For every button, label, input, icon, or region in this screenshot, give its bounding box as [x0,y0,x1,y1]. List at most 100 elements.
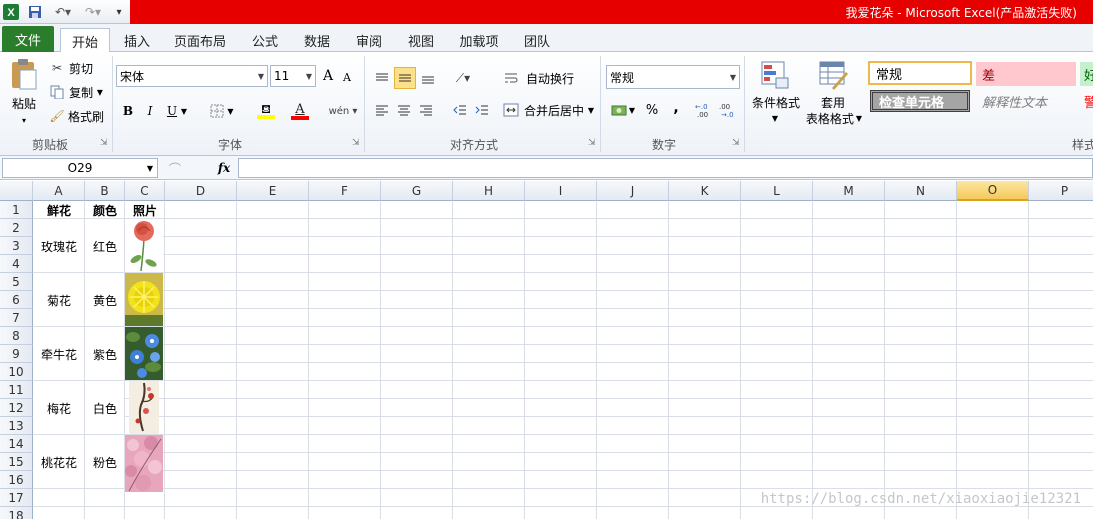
row-header-10[interactable]: 10 [0,363,33,381]
align-left-icon[interactable] [372,100,392,120]
tab-page-layout[interactable]: 页面布局 [168,28,232,52]
flower-color-cell[interactable]: 红色 [85,219,125,273]
row-header-2[interactable]: 2 [0,219,33,237]
column-header-e[interactable]: E [237,181,309,201]
row-header-14[interactable]: 14 [0,435,33,453]
header-flower[interactable]: 鲜花 [33,201,85,219]
column-header-i[interactable]: I [525,181,597,201]
style-explanatory[interactable]: 解释性文本 [976,90,1076,112]
fill-color-button[interactable]: ⛾ [250,100,282,122]
column-header-l[interactable]: L [741,181,813,201]
redo-icon[interactable]: ↷▾ [80,3,106,21]
currency-button[interactable]: ▼ [608,100,638,120]
flower-name-cell[interactable]: 桃花花 [33,435,85,489]
flower-name-cell[interactable]: 梅花 [33,381,85,435]
borders-button[interactable]: ▼ [206,102,238,120]
align-right-icon[interactable] [416,100,436,120]
row-header-11[interactable]: 11 [0,381,33,399]
paste-icon[interactable] [6,56,42,92]
flower-color-cell[interactable]: 白色 [85,381,125,435]
column-header-c[interactable]: C [125,181,165,201]
row-header-8[interactable]: 8 [0,327,33,345]
clipboard-launcher-icon[interactable]: ⇲ [100,138,108,148]
flower-name-cell[interactable]: 菊花 [33,273,85,327]
row-header-17[interactable]: 17 [0,489,33,507]
flower-name-cell[interactable]: 玫瑰花 [33,219,85,273]
morning-glory-photo[interactable] [125,327,163,380]
row-header-5[interactable]: 5 [0,273,33,291]
plum-blossom-photo[interactable] [129,381,159,434]
phonetic-button[interactable]: wén ▾ [326,100,360,122]
format-as-table-label-1[interactable]: 套用 [816,94,850,110]
chrysanthemum-photo[interactable] [125,273,163,326]
column-header-f[interactable]: F [309,181,381,201]
flower-color-cell[interactable]: 紫色 [85,327,125,381]
header-photo[interactable]: 照片 [125,201,165,219]
flower-color-cell[interactable]: 黄色 [85,273,125,327]
increase-decimal-button[interactable]: ←.0.00 [694,100,716,120]
align-top-icon[interactable] [372,68,392,88]
shrink-font-button[interactable]: A [340,69,354,85]
tab-addins[interactable]: 加载项 [452,28,506,52]
copy-button[interactable]: 复制 ▾ [66,84,106,100]
align-bottom-icon[interactable] [418,68,438,88]
column-header-b[interactable]: B [85,181,125,201]
align-middle-icon[interactable] [394,67,416,89]
column-header-p[interactable]: P [1029,181,1093,201]
style-warning[interactable]: 警 [1080,90,1093,112]
column-header-k[interactable]: K [669,181,741,201]
save-icon[interactable] [26,3,44,21]
tab-review[interactable]: 审阅 [346,28,392,52]
rose-photo[interactable] [125,219,163,272]
tab-formulas[interactable]: 公式 [242,28,288,52]
font-size-select[interactable]: 11 ▼ [270,65,316,87]
alignment-launcher-icon[interactable]: ⇲ [588,138,596,148]
tab-view[interactable]: 视图 [398,28,444,52]
insert-function-icon[interactable]: fx [214,159,234,177]
column-header-h[interactable]: H [453,181,525,201]
column-header-n[interactable]: N [885,181,957,201]
tab-insert[interactable]: 插入 [114,28,160,52]
row-header-6[interactable]: 6 [0,291,33,309]
row-header-1[interactable]: 1 [0,201,33,219]
increase-indent-icon[interactable] [472,100,492,120]
row-header-9[interactable]: 9 [0,345,33,363]
tab-file[interactable]: 文件 [2,26,54,52]
name-box[interactable]: O29 ▼ [2,158,158,178]
underline-button[interactable]: U ▼ [164,102,190,120]
chevron-down-icon[interactable]: ▼ [770,112,780,124]
conditional-format-button[interactable]: 条件格式 [748,94,804,110]
column-header-g[interactable]: G [381,181,453,201]
style-check-cell[interactable]: 检查单元格 [870,90,970,112]
style-normal[interactable]: 常规 [868,61,972,85]
wrap-text-button[interactable]: 自动换行 [522,68,578,88]
flower-name-cell[interactable]: 牵牛花 [33,327,85,381]
column-header-j[interactable]: J [597,181,669,201]
decrease-decimal-button[interactable]: .00 →.0 [718,100,740,120]
bold-button[interactable]: B [120,102,136,120]
row-header-7[interactable]: 7 [0,309,33,327]
comma-button[interactable]: , [666,98,686,118]
decrease-indent-icon[interactable] [450,100,470,120]
tab-data[interactable]: 数据 [294,28,340,52]
tab-team[interactable]: 团队 [514,28,560,52]
column-header-a[interactable]: A [33,181,85,201]
column-header-d[interactable]: D [165,181,237,201]
paste-dropdown-icon[interactable]: ▾ [18,114,30,126]
italic-button[interactable]: I [142,102,158,120]
percent-button[interactable]: % [642,100,662,120]
row-header-18[interactable]: 18 [0,507,33,519]
font-name-select[interactable]: 宋体 ▼ [116,65,268,87]
orientation-icon[interactable]: ⟋▾ [448,68,478,88]
font-color-button[interactable]: A [284,100,316,122]
align-center-icon[interactable] [394,100,414,120]
spreadsheet-grid[interactable]: ABCDEFGHIJKLMNOP 1 2 3 4 5 6 7 8 9 10 11 12 13 14 15 16… [0,181,1093,519]
row-header-3[interactable]: 3 [0,237,33,255]
number-launcher-icon[interactable]: ⇲ [732,138,740,148]
format-as-table-button[interactable]: 表格格式 ▼ [802,110,866,126]
customize-qat-icon[interactable]: ▾ [112,3,126,21]
column-header-o[interactable]: O [957,181,1029,201]
style-good[interactable]: 好 [1080,62,1093,86]
number-format-select[interactable]: 常规 ▼ [606,65,740,89]
row-header-15[interactable]: 15 [0,453,33,471]
